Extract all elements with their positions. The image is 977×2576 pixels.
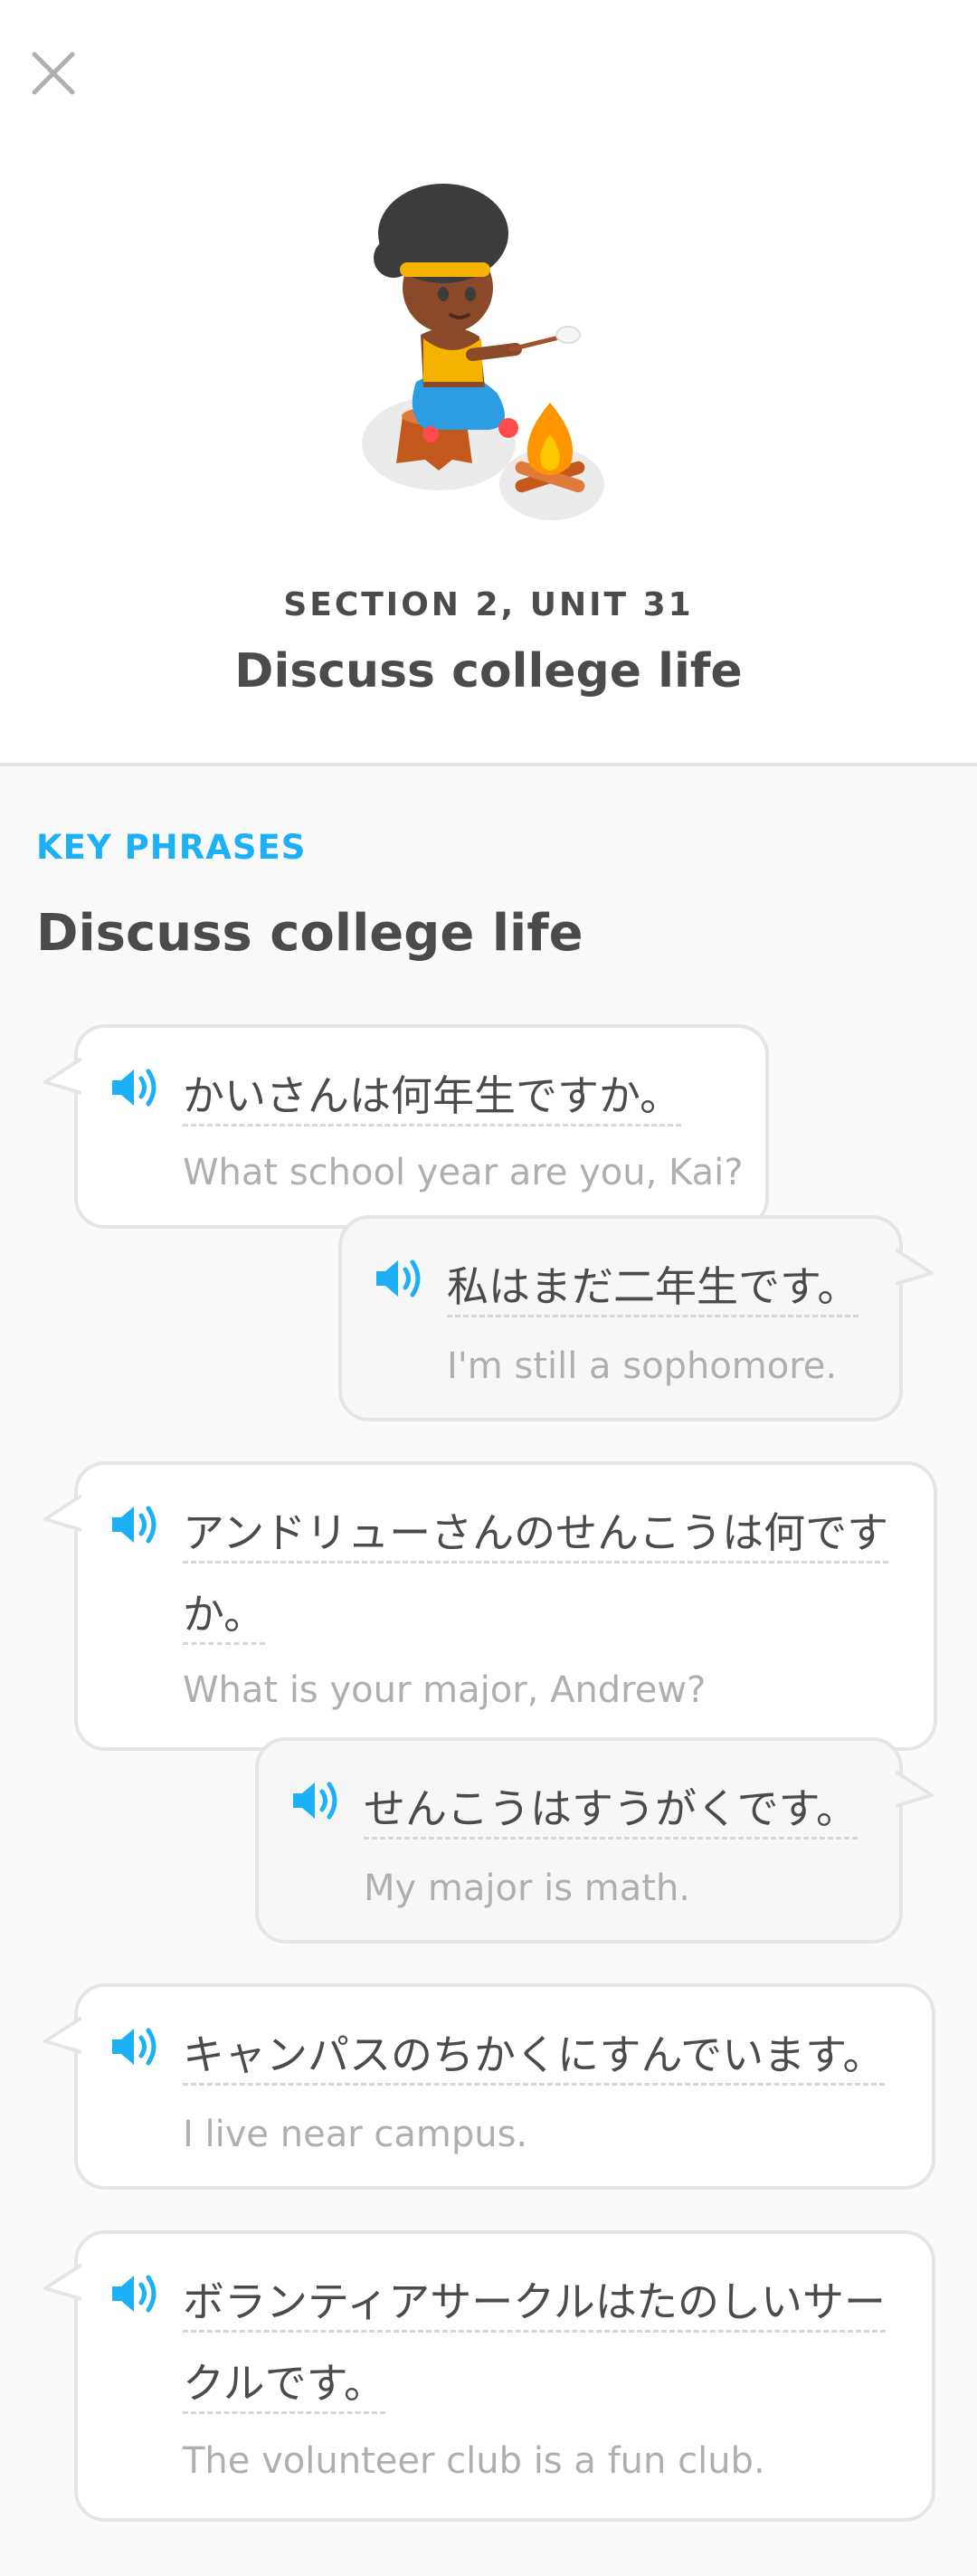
bubble-tail <box>896 1248 934 1286</box>
phrase-japanese[interactable]: ボランティアサークルはたのしいサー クルです。 <box>183 2261 886 2424</box>
speaker-button[interactable] <box>109 1501 163 1548</box>
phrase-translation: I live near campus. <box>183 2114 528 2155</box>
key-phrases-label: KEY PHRASES <box>36 828 307 867</box>
phrase-translation: What school year are you, Kai? <box>183 1152 744 1193</box>
speaker-icon <box>112 2028 157 2066</box>
speaker-icon <box>376 1259 421 1298</box>
speaker-button[interactable] <box>109 2023 163 2070</box>
key-phrases-panel: KEY PHRASES Discuss college life かいさんは何年… <box>0 766 977 2576</box>
bubble-tail <box>43 2016 81 2054</box>
phrase-japanese[interactable]: せんこうはすうがくです。 <box>364 1768 858 1849</box>
speaker-button[interactable] <box>109 2270 163 2317</box>
phrase-japanese[interactable]: アンドリューさんのせんこうは何です か。 <box>183 1492 889 1655</box>
phrase-japanese[interactable]: キャンパスのちかくにすんでいます。 <box>183 2014 885 2096</box>
phrase-bubble: かいさんは何年生ですか。 What school year are you, K… <box>43 1024 769 1229</box>
speaker-button[interactable] <box>109 1064 163 1111</box>
bubble-tail <box>43 2263 81 2301</box>
phrase-japanese[interactable]: 私はまだ二年生です。 <box>447 1246 859 1327</box>
phrase-bubble: キャンパスのちかくにすんでいます。 I live near campus. <box>43 1983 935 2190</box>
bubble-tail <box>43 1494 81 1532</box>
phrase-translation: The volunteer club is a fun club. <box>183 2440 765 2482</box>
speaker-icon <box>112 2275 157 2313</box>
phrase-translation: My major is math. <box>364 1868 691 1909</box>
close-icon <box>32 52 75 95</box>
bubble-tail <box>43 1057 81 1095</box>
speaker-icon <box>112 1506 157 1544</box>
phrase-translation: What is your major, Andrew? <box>183 1669 707 1711</box>
bubble-tail <box>896 1770 934 1808</box>
close-button[interactable] <box>27 47 80 100</box>
unit-title: Discuss college life <box>234 644 743 699</box>
phrase-bubble: 私はまだ二年生です。 I'm still a sophomore. <box>338 1215 934 1421</box>
speaker-icon <box>293 1782 337 1820</box>
phrase-bubble: アンドリューさんのせんこうは何です か。 What is your major, … <box>43 1461 937 1751</box>
character-illustration <box>353 172 624 543</box>
speaker-button[interactable] <box>289 1777 344 1824</box>
key-phrases-title: Discuss college life <box>36 904 583 963</box>
phrase-japanese[interactable]: かいさんは何年生ですか。 <box>183 1055 682 1136</box>
phrase-bubble: せんこうはすうがくです。 My major is math. <box>255 1737 934 1944</box>
phrase-translation: I'm still a sophomore. <box>447 1345 838 1387</box>
section-unit-label: SECTION 2, UNIT 31 <box>283 586 694 623</box>
speaker-button[interactable] <box>373 1255 427 1302</box>
speaker-icon <box>112 1069 157 1107</box>
phrase-bubble: ボランティアサークルはたのしいサー クルです。 The volunteer clu… <box>43 2230 935 2522</box>
